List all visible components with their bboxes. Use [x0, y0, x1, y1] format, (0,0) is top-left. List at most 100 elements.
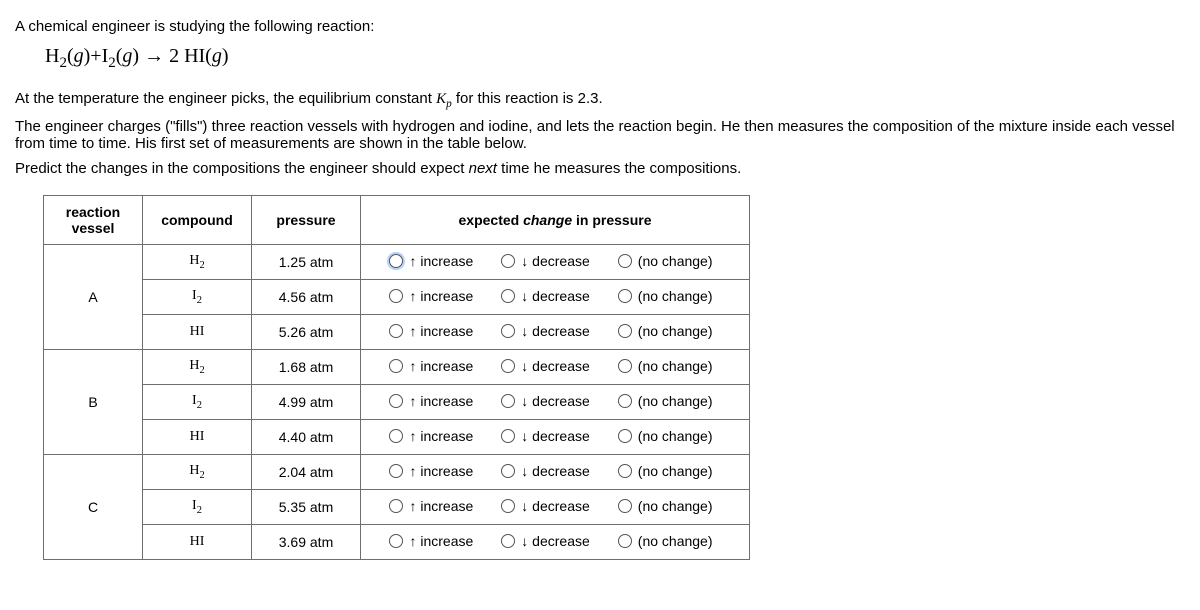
- radio-icon[interactable]: [501, 359, 515, 373]
- radio-icon[interactable]: [389, 429, 403, 443]
- radio-icon[interactable]: [618, 359, 632, 373]
- change-cell: ↑ increase ↓ decrease (no change): [361, 525, 750, 560]
- pressure-cell: 4.56 atm: [252, 280, 361, 315]
- reaction-equation: H2(g)+I2(g) → 2 HI(g): [45, 45, 1185, 72]
- option-nochange[interactable]: (no change): [618, 323, 713, 339]
- option-label: (no change): [638, 253, 713, 269]
- option-label: (no change): [638, 288, 713, 304]
- option-decrease[interactable]: ↓ decrease: [501, 323, 589, 339]
- radio-icon[interactable]: [618, 534, 632, 548]
- vessel-cell: B: [44, 350, 143, 455]
- option-nochange[interactable]: (no change): [618, 253, 713, 269]
- radio-icon[interactable]: [501, 464, 515, 478]
- option-nochange[interactable]: (no change): [618, 428, 713, 444]
- option-increase[interactable]: ↑ increase: [389, 533, 473, 549]
- option-label: ↓ decrease: [521, 428, 589, 444]
- table-row: I25.35 atm ↑ increase ↓ decrease (no change…: [44, 490, 750, 525]
- compound-cell: I2: [143, 385, 252, 420]
- option-increase[interactable]: ↑ increase: [389, 323, 473, 339]
- radio-icon[interactable]: [618, 394, 632, 408]
- option-decrease[interactable]: ↓ decrease: [501, 253, 589, 269]
- option-label: ↓ decrease: [521, 498, 589, 514]
- option-increase[interactable]: ↑ increase: [389, 358, 473, 374]
- change-cell: ↑ increase ↓ decrease (no change): [361, 490, 750, 525]
- intro-line2-mid: for this reaction is: [452, 90, 578, 107]
- option-label: ↑ increase: [409, 428, 473, 444]
- radio-icon[interactable]: [618, 289, 632, 303]
- radio-icon[interactable]: [389, 289, 403, 303]
- problem-intro: A chemical engineer is studying the foll…: [15, 18, 1185, 177]
- option-nochange[interactable]: (no change): [618, 498, 713, 514]
- table-row: CH22.04 atm↑ increase↓ decrease(no chang…: [44, 455, 750, 490]
- option-decrease[interactable]: ↓ decrease: [501, 288, 589, 304]
- table-row: HI4.40 atm↑ increase↓ decrease(no change…: [44, 420, 750, 455]
- option-nochange[interactable]: (no change): [618, 533, 713, 549]
- radio-icon[interactable]: [618, 499, 632, 513]
- header-change: expected change in pressure: [361, 196, 750, 245]
- option-label: ↑ increase: [409, 288, 473, 304]
- radio-icon[interactable]: [389, 324, 403, 338]
- option-increase[interactable]: ↑ increase: [389, 288, 473, 304]
- option-nochange[interactable]: (no change): [618, 288, 713, 304]
- pressure-cell: 5.35 atm: [252, 490, 361, 525]
- option-increase[interactable]: ↑ increase: [389, 498, 473, 514]
- option-label: (no change): [638, 498, 713, 514]
- intro-line2-pre: At the temperature the engineer picks, t…: [15, 90, 436, 107]
- radio-icon[interactable]: [389, 499, 403, 513]
- table-row: HI3.69 atm↑ increase↓ decrease(no change…: [44, 525, 750, 560]
- vessel-cell: C: [44, 455, 143, 560]
- option-label: ↑ increase: [409, 323, 473, 339]
- header-pressure: pressure: [252, 196, 361, 245]
- option-decrease[interactable]: ↓ decrease: [501, 533, 589, 549]
- radio-icon[interactable]: [501, 324, 515, 338]
- option-increase[interactable]: ↑ increase: [389, 428, 473, 444]
- kp-value: 2.3: [578, 90, 599, 107]
- radio-icon[interactable]: [501, 499, 515, 513]
- option-decrease[interactable]: ↓ decrease: [501, 428, 589, 444]
- compound-cell: H2: [143, 350, 252, 385]
- option-label: (no change): [638, 358, 713, 374]
- measurements-table: reaction vessel compound pressure expect…: [43, 195, 750, 560]
- intro-line4-ital: next: [469, 160, 497, 177]
- radio-icon[interactable]: [501, 534, 515, 548]
- option-increase[interactable]: ↑ increase: [389, 253, 473, 269]
- option-label: (no change): [638, 533, 713, 549]
- option-decrease[interactable]: ↓ decrease: [501, 358, 589, 374]
- option-increase[interactable]: ↑ increase: [389, 463, 473, 479]
- option-nochange[interactable]: (no change): [618, 463, 713, 479]
- radio-icon[interactable]: [389, 254, 403, 268]
- radio-icon[interactable]: [501, 254, 515, 268]
- option-decrease[interactable]: ↓ decrease: [501, 463, 589, 479]
- pressure-cell: 1.25 atm: [252, 245, 361, 280]
- radio-icon[interactable]: [501, 429, 515, 443]
- option-label: ↑ increase: [409, 253, 473, 269]
- option-label: ↑ increase: [409, 463, 473, 479]
- pressure-cell: 3.69 atm: [252, 525, 361, 560]
- option-nochange[interactable]: (no change): [618, 358, 713, 374]
- option-nochange[interactable]: (no change): [618, 393, 713, 409]
- radio-icon[interactable]: [618, 324, 632, 338]
- radio-icon[interactable]: [389, 359, 403, 373]
- intro-line3: The engineer charges ("fills") three rea…: [15, 118, 1185, 152]
- option-label: (no change): [638, 463, 713, 479]
- radio-icon[interactable]: [501, 394, 515, 408]
- pressure-cell: 4.40 atm: [252, 420, 361, 455]
- radio-icon[interactable]: [501, 289, 515, 303]
- compound-cell: H2: [143, 245, 252, 280]
- radio-icon[interactable]: [389, 534, 403, 548]
- option-label: (no change): [638, 428, 713, 444]
- option-decrease[interactable]: ↓ decrease: [501, 498, 589, 514]
- option-label: ↓ decrease: [521, 288, 589, 304]
- compound-cell: I2: [143, 490, 252, 525]
- radio-icon[interactable]: [618, 429, 632, 443]
- option-decrease[interactable]: ↓ decrease: [501, 393, 589, 409]
- radio-icon[interactable]: [618, 254, 632, 268]
- radio-icon[interactable]: [618, 464, 632, 478]
- table-row: I24.56 atm↑ increase↓ decrease(no change…: [44, 280, 750, 315]
- pressure-cell: 4.99 atm: [252, 385, 361, 420]
- radio-icon[interactable]: [389, 394, 403, 408]
- option-increase[interactable]: ↑ increase: [389, 393, 473, 409]
- kp-symbol: Kp: [436, 91, 452, 107]
- radio-icon[interactable]: [389, 464, 403, 478]
- change-cell: ↑ increase ↓ decrease (no change): [361, 245, 750, 280]
